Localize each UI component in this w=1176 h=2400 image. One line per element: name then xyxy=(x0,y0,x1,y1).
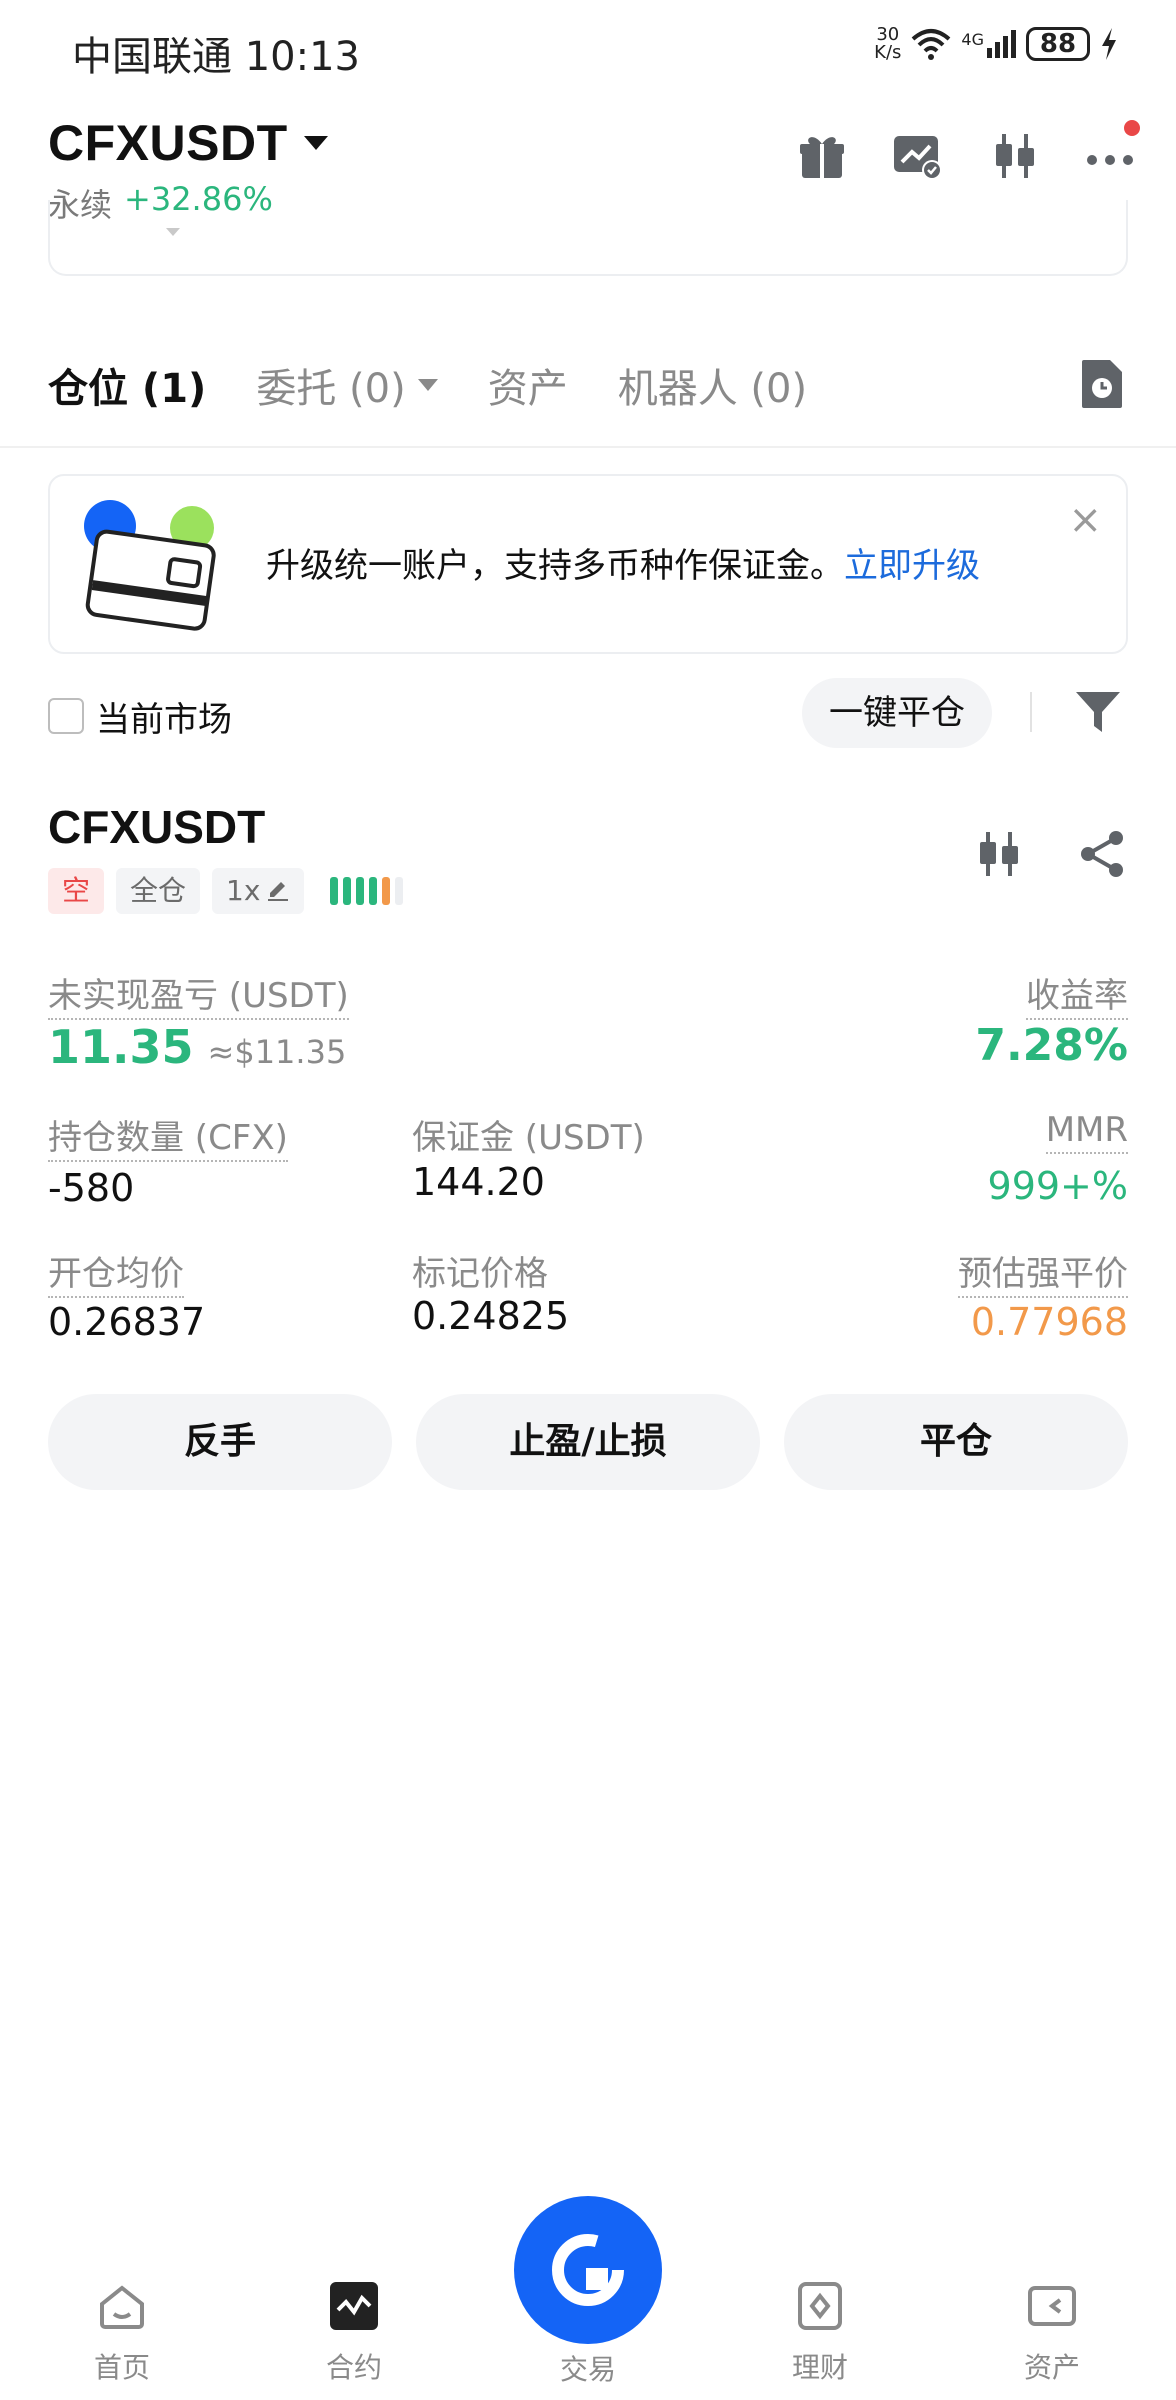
status-bar: 中国联通 10:13 30 K/s 4G 88 xyxy=(0,0,1176,100)
candlestick-icon[interactable] xyxy=(972,828,1024,884)
reverse-button[interactable]: 反手 xyxy=(48,1394,392,1490)
filter-separator xyxy=(1030,692,1032,732)
nav-futures[interactable]: 合约 xyxy=(284,2280,424,2386)
position-tabs: 仓位 (1) 委托 (0) 资产 机器人 (0) xyxy=(48,356,807,414)
position-qty-value: -580 xyxy=(48,1166,135,1210)
liquidation-price-value: 0.77968 xyxy=(970,1300,1128,1344)
signal-icon: 4G xyxy=(961,30,1016,58)
entry-price-label[interactable]: 开仓均价 xyxy=(48,1246,184,1298)
close-position-button[interactable]: 平仓 xyxy=(784,1394,1128,1490)
more-icon[interactable] xyxy=(1084,120,1140,182)
liquidation-price-label[interactable]: 预估强平价 xyxy=(958,1246,1128,1298)
tpsl-button[interactable]: 止盈/止损 xyxy=(416,1394,760,1490)
notification-dot xyxy=(1124,120,1140,136)
chevron-down-icon xyxy=(417,379,438,391)
chart-check-icon[interactable] xyxy=(892,130,944,182)
header-actions xyxy=(796,120,1140,182)
home-icon xyxy=(100,2285,144,2329)
side-badge: 空 xyxy=(48,868,105,914)
charging-icon xyxy=(1102,28,1116,60)
pair-title: CFXUSDT xyxy=(48,115,288,171)
tab-assets[interactable]: 资产 xyxy=(488,356,568,414)
pair-selector[interactable]: CFXUSDT xyxy=(48,114,328,172)
margin-mode-badge: 全仓 xyxy=(116,868,201,914)
nav-earn[interactable]: 理财 xyxy=(750,2280,890,2386)
roe-label[interactable]: 收益率 xyxy=(1026,968,1128,1020)
trade-icon xyxy=(552,2234,624,2306)
entry-price-value: 0.26837 xyxy=(48,1300,206,1344)
earn-icon xyxy=(798,2282,842,2330)
net-speed: 30 K/s xyxy=(874,24,902,63)
collapsed-order-panel[interactable] xyxy=(48,200,1128,276)
nav-home[interactable]: 首页 xyxy=(52,2280,192,2386)
banner-message: 升级统一账户，支持多币种作保证金。立即升级 xyxy=(266,546,980,586)
mmr-label[interactable]: MMR xyxy=(1045,1110,1128,1154)
candlestick-icon[interactable] xyxy=(988,130,1040,182)
position-actions xyxy=(972,828,1128,884)
unrealized-pnl-usd: ≈$11.35 xyxy=(207,1033,347,1071)
close-all-button[interactable]: 一键平仓 xyxy=(802,678,992,748)
roe-value: 7.28% xyxy=(975,1020,1128,1071)
margin-label: 保证金 (USDT) xyxy=(412,1118,645,1158)
mmr-value: 999+% xyxy=(987,1164,1128,1208)
unrealized-pnl-value: 11.35 ≈$11.35 xyxy=(48,1020,347,1074)
current-market-label[interactable]: 当前市场 xyxy=(96,692,232,741)
wallet-illustration-icon xyxy=(80,498,230,642)
risk-level-indicator xyxy=(330,877,404,905)
upgrade-link[interactable]: 立即升级 xyxy=(844,546,980,586)
tabs-divider xyxy=(0,446,1176,448)
edit-icon xyxy=(268,882,289,901)
position-symbol[interactable]: CFXUSDT xyxy=(48,800,265,854)
bottom-nav: 首页 合约 交易 理财 资产 xyxy=(0,2196,1176,2400)
share-icon[interactable] xyxy=(1076,828,1128,884)
tab-orders[interactable]: 委托 (0) xyxy=(256,356,438,414)
mark-price-label: 标记价格 xyxy=(412,1254,548,1294)
mark-price-value: 0.24825 xyxy=(412,1294,570,1338)
futures-chart-icon xyxy=(330,2282,378,2330)
chevron-down-icon xyxy=(303,136,328,150)
upgrade-banner: 升级统一账户，支持多币种作保证金。立即升级 × xyxy=(48,474,1128,654)
tab-bots[interactable]: 机器人 (0) xyxy=(618,356,807,414)
filter-icon[interactable] xyxy=(1072,686,1124,742)
unrealized-pnl-label[interactable]: 未实现盈亏 (USDT) xyxy=(48,968,349,1020)
status-icons: 30 K/s 4G 88 xyxy=(874,26,1118,62)
history-doc-icon[interactable] xyxy=(1080,358,1124,414)
position-tags: 空 全仓 1x xyxy=(48,868,404,914)
leverage-badge[interactable]: 1x xyxy=(212,868,305,914)
wallet-icon xyxy=(1028,2286,1076,2326)
gift-icon[interactable] xyxy=(796,130,848,182)
nav-assets[interactable]: 资产 xyxy=(982,2280,1122,2386)
wifi-icon xyxy=(912,29,951,60)
close-icon[interactable]: × xyxy=(1068,500,1102,540)
position-qty-label[interactable]: 持仓数量 (CFX) xyxy=(48,1110,288,1162)
status-carrier-time: 中国联通 10:13 xyxy=(72,34,360,80)
tab-positions[interactable]: 仓位 (1) xyxy=(48,356,206,414)
nav-trade-button[interactable] xyxy=(514,2196,662,2344)
margin-value: 144.20 xyxy=(412,1160,545,1204)
current-market-checkbox[interactable] xyxy=(48,698,84,734)
battery-indicator: 88 xyxy=(1026,27,1090,61)
expand-caret-icon[interactable] xyxy=(166,228,180,236)
nav-trade-label: 交易 xyxy=(559,2353,616,2386)
